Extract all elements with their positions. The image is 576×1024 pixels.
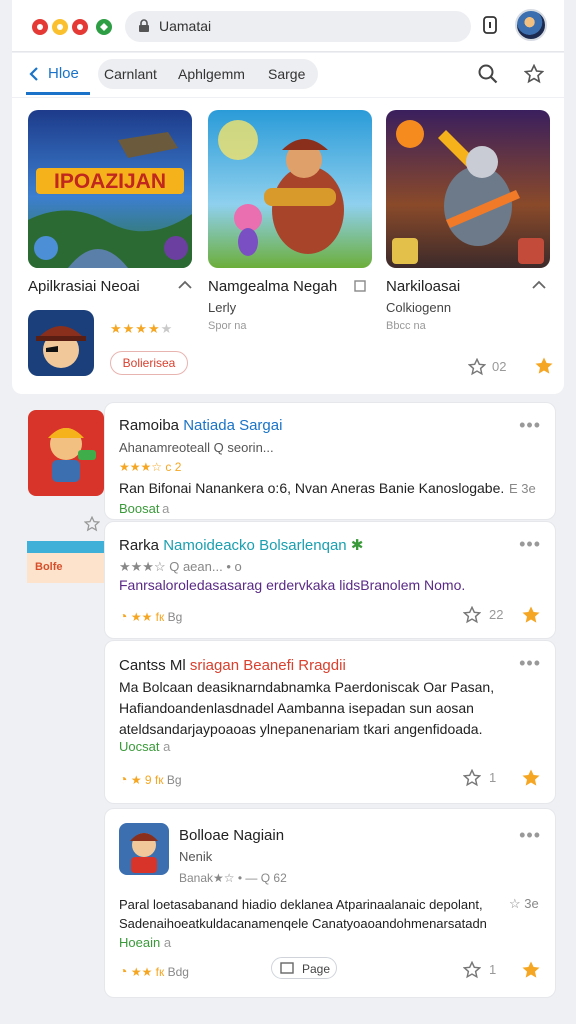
card-title: Cantss Ml sriagan Beanefi Rragdii: [119, 657, 346, 674]
avatar[interactable]: [515, 9, 547, 41]
card-meta: ★★★☆ Q aean... • o: [119, 559, 242, 574]
star-filled-icon[interactable]: [521, 960, 541, 980]
card-footer: ◔ ★ 9 fк Bg: [119, 771, 182, 787]
card-tag: Hoeain a: [119, 935, 172, 950]
card-description: Ma Bolcaan deasiknarndabnamka Paerdonisc…: [119, 679, 495, 737]
featured-actions: 02: [468, 356, 558, 378]
card-count: 1: [489, 770, 497, 785]
featured-image-1[interactable]: IPOAZIJAN: [28, 110, 192, 268]
featured-meta-3: Bbcc na: [386, 320, 426, 332]
featured-badge[interactable]: Bolierisea: [110, 351, 188, 375]
tab-home[interactable]: Hloe: [26, 53, 90, 95]
list-card-4[interactable]: Bolloae Nagiain ••• Nenik Banak★☆ • — Q …: [104, 808, 556, 998]
category-pills: Carnlant Aphlgemm Sarge: [98, 59, 318, 89]
pill-category-1[interactable]: Carnlant: [104, 66, 157, 82]
card-title: Ramoiba Natiada Sargai: [119, 417, 283, 434]
featured-image-2[interactable]: [208, 110, 372, 268]
card-actions: 1: [463, 768, 543, 790]
star-filled-icon[interactable]: [534, 356, 554, 376]
search-text: Uamatai: [159, 18, 212, 34]
page-button[interactable]: Page: [271, 957, 337, 979]
top-bar: Uamatai: [12, 0, 564, 52]
featured-label-1[interactable]: Apilkrasiai Neoai: [28, 278, 140, 295]
card-tag: Uocsat a: [119, 739, 171, 754]
card-desc-extra: E 3e: [509, 481, 536, 496]
side-app-icon[interactable]: [28, 410, 104, 496]
card-description: Fanrsaloroledasasarag erdervkaka lidsBra…: [119, 577, 466, 593]
card-desc-extra: ☆ 3e: [509, 896, 539, 911]
app-logo: [32, 19, 112, 35]
card-description: Ran Bifonai Nanankera o:6, Nvan Aneras B…: [119, 480, 505, 496]
featured-section: IPOAZIJAN Apilkrasiai Neoai Namgealma Ne…: [12, 98, 564, 394]
search-bar[interactable]: Uamatai: [125, 11, 471, 42]
card-meta: Ahanamreoteall Q seorin...: [119, 440, 274, 455]
card-rating: ★★★☆ c 2: [119, 460, 182, 474]
list-card-1[interactable]: Ramoiba Natiada Sargai ••• Ahanamreoteal…: [104, 402, 556, 520]
card-app-icon[interactable]: [119, 823, 169, 875]
featured-app-icon[interactable]: [28, 310, 94, 376]
expand-icon[interactable]: [354, 280, 366, 292]
card-actions: 1: [463, 960, 543, 982]
card-count: 1: [489, 962, 497, 977]
tab-bar: Hloe Carnlant Aphlgemm Sarge: [12, 53, 564, 97]
card-description: Paral loetasabanand hiadio deklanea Atpa…: [119, 897, 487, 931]
star-outline-icon[interactable]: [468, 358, 486, 376]
chevron-up-icon[interactable]: [532, 280, 546, 290]
pill-category-2[interactable]: Aphlgemm: [178, 66, 245, 82]
more-options-icon[interactable]: •••: [519, 653, 541, 674]
card-actions: 22: [463, 605, 543, 627]
featured-image-3[interactable]: [386, 110, 550, 268]
tab-home-label: Hloe: [48, 65, 79, 82]
card-rating: Banak★☆ • — Q 62: [179, 871, 287, 885]
lock-small-icon: [139, 19, 149, 32]
card-meta: Nenik: [179, 849, 213, 864]
more-options-icon[interactable]: •••: [519, 534, 541, 555]
featured-label-2[interactable]: Namgealma Negah: [208, 278, 337, 295]
card-title: Rarka Namoideacko Bolsarlenqan ✱: [119, 537, 364, 554]
list-card-3[interactable]: Cantss Ml sriagan Beanefi Rragdii ••• Ma…: [104, 640, 556, 804]
side-banner-label: Bolfe: [35, 561, 63, 573]
star-outline-icon[interactable]: [463, 769, 481, 787]
star-outline-icon[interactable]: [463, 606, 481, 624]
star-filled-icon[interactable]: [521, 605, 541, 625]
card-footer: ◔ ★★ fк Bdg: [119, 963, 189, 979]
chevron-left-icon: [29, 67, 38, 81]
featured-banner-text: IPOAZIJAN: [54, 170, 166, 193]
card-footer: ◔ ★★ fк Bg: [119, 608, 183, 624]
featured-label-3[interactable]: Narkiloasai: [386, 278, 460, 295]
featured-meta-2: Spor na: [208, 320, 247, 332]
more-options-icon[interactable]: •••: [519, 825, 541, 846]
card-title: Bolloae Nagiain: [179, 827, 285, 844]
star-outline-icon[interactable]: [524, 64, 544, 84]
featured-developer-3: Colkiogenn: [386, 300, 452, 315]
lock-icon[interactable]: [482, 15, 498, 35]
search-icon[interactable]: [478, 64, 498, 84]
featured-count: 02: [492, 359, 507, 374]
featured-rating-stars: ★★★★★: [110, 321, 174, 336]
star-filled-icon[interactable]: [521, 768, 541, 788]
more-options-icon[interactable]: •••: [519, 415, 541, 436]
side-banner[interactable]: Bolfe: [27, 541, 105, 583]
star-outline-icon[interactable]: [84, 516, 100, 532]
card-tag: Boosat a: [119, 501, 170, 516]
featured-developer-2: Lerly: [208, 300, 237, 315]
page-icon: [280, 962, 294, 974]
card-count: 22: [489, 607, 504, 622]
pill-category-3[interactable]: Sarge: [268, 66, 305, 82]
chevron-up-icon[interactable]: [178, 280, 192, 290]
star-outline-icon[interactable]: [463, 961, 481, 979]
list-card-2[interactable]: Rarka Namoideacko Bolsarlenqan ✱ ••• ★★★…: [104, 521, 556, 639]
